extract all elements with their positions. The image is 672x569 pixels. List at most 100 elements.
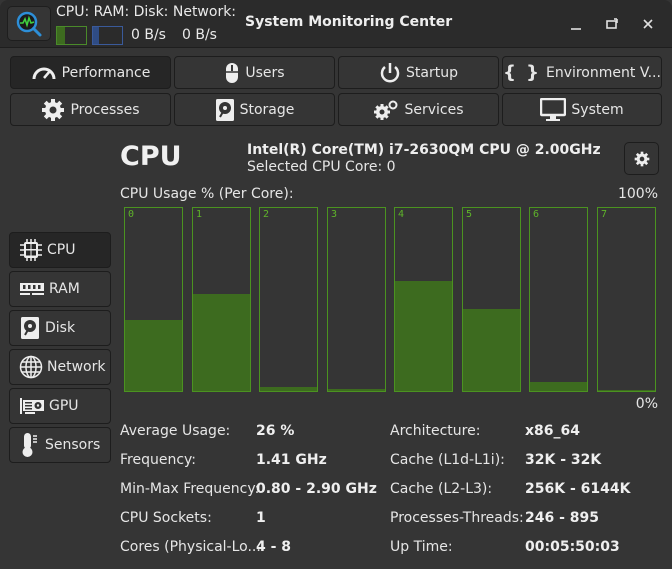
tab-processes[interactable]: Processes: [10, 93, 171, 126]
sidebar-item-label: GPU: [49, 398, 79, 414]
info-label: Up Time:: [390, 539, 453, 555]
cpu-core-label: 0: [128, 209, 135, 220]
info-value: 26 %: [256, 423, 295, 439]
window-title: System Monitoring Center: [245, 14, 453, 30]
disk-speed: 0 B/s: [131, 27, 166, 43]
monitor-labels: CPU: RAM: Disk: Network:: [56, 4, 237, 20]
info-label: Frequency:: [120, 452, 197, 468]
cpu-core-usage-fill: [328, 389, 385, 391]
sidebar-item-gpu[interactable]: GPU: [9, 388, 111, 424]
info-value: 256K - 6144K: [525, 481, 631, 497]
cpu-icon: [20, 239, 42, 261]
cpu-core-label: 1: [196, 209, 203, 220]
info-label: Average Usage:: [120, 423, 231, 439]
info-value: 00:05:50:03: [525, 539, 620, 555]
info-label: Architecture:: [390, 423, 481, 439]
cpu-core-label: 5: [466, 209, 473, 220]
cpu-core-usage-fill: [463, 308, 520, 391]
ram-mini-bar-fill: [93, 27, 99, 44]
info-label: Cores (Physical-Lo...: [120, 539, 261, 555]
tab-label: Storage: [239, 101, 295, 118]
gpu-icon: [20, 398, 44, 414]
info-value: 32K - 32K: [525, 452, 602, 468]
info-label: Processes-Threads:: [390, 510, 524, 526]
sidebar-item-label: Disk: [45, 320, 76, 336]
tab-label: Users: [245, 64, 285, 81]
cpu-core-graph[interactable]: 2: [259, 207, 318, 392]
app-menu-button[interactable]: [7, 6, 51, 41]
sidebar-item-disk[interactable]: Disk: [9, 310, 111, 346]
braces-icon: { }: [503, 62, 541, 83]
globe-icon: [19, 355, 43, 379]
cpu-core-label: 2: [263, 209, 270, 220]
tab-label: System: [571, 101, 624, 118]
info-label: Min-Max Frequency:: [120, 481, 260, 497]
cpu-core-label: 6: [533, 209, 540, 220]
cpu-usage-label: CPU Usage % (Per Core):: [120, 186, 294, 202]
gears-icon: [374, 100, 398, 120]
gear-icon: [634, 151, 649, 166]
maximize-button[interactable]: [600, 12, 624, 36]
cpu-core-label: 4: [398, 209, 405, 220]
cpu-core-label: 3: [331, 209, 338, 220]
cpu-core-graph[interactable]: 0: [124, 207, 183, 392]
settings-button[interactable]: [624, 142, 659, 175]
minimize-button[interactable]: [564, 12, 588, 36]
cpu-core-graph[interactable]: 5: [462, 207, 521, 392]
cpu-core-graph[interactable]: 3: [327, 207, 386, 392]
scale-max-label: 100%: [617, 186, 658, 202]
tab-label: Services: [404, 101, 464, 118]
info-label: CPU Sockets:: [120, 510, 212, 526]
cpu-core-graph[interactable]: 7: [597, 207, 656, 392]
sidebar-item-label: Sensors: [45, 437, 101, 453]
tab-performance[interactable]: Performance: [10, 56, 171, 89]
close-button[interactable]: [636, 12, 660, 36]
power-icon: [380, 62, 400, 82]
title-bar: CPU: RAM: Disk: Network: 0 B/s 0 B/s Sys…: [0, 0, 672, 48]
info-label: Cache (L2-L3):: [390, 481, 493, 497]
monitor-icon: [540, 97, 567, 121]
network-speed: 0 B/s: [182, 27, 217, 43]
info-value: 1: [256, 510, 266, 526]
cpu-mini-bar-fill: [57, 27, 65, 44]
ram-mini-bar: [92, 26, 123, 45]
cpu-core-usage-fill: [530, 381, 587, 391]
sidebar-item-label: CPU: [47, 242, 76, 258]
sidebar-item-ram[interactable]: RAM: [9, 271, 111, 307]
cpu-core-graph[interactable]: 1: [192, 207, 251, 392]
sidebar-item-sensors[interactable]: Sensors: [9, 427, 111, 463]
sidebar-item-cpu[interactable]: CPU: [9, 232, 111, 268]
tab-label: Environment V...: [545, 64, 661, 81]
cpu-core-usage-fill: [125, 319, 182, 391]
sidebar-item-label: RAM: [49, 281, 80, 297]
tab-startup[interactable]: Startup: [338, 56, 499, 89]
tab-label: Performance: [61, 64, 151, 81]
sidebar-item-network[interactable]: Network: [9, 349, 111, 385]
tab-storage[interactable]: Storage: [174, 93, 335, 126]
info-value: x86_64: [525, 423, 580, 439]
disk-icon: [215, 98, 234, 121]
tab-services[interactable]: Services: [338, 93, 499, 126]
info-value: 0.80 - 2.90 GHz: [256, 481, 377, 497]
cpu-core-usage-fill: [598, 390, 655, 391]
system-monitor-app-icon: [16, 11, 42, 36]
cpu-model: Intel(R) Core(TM) i7-2630QM CPU @ 2.00GH…: [247, 142, 601, 158]
info-label: Cache (L1d-L1i):: [390, 452, 505, 468]
ram-icon: [20, 283, 44, 295]
disk-icon: [21, 317, 39, 339]
cpu-core-label: 7: [601, 209, 608, 220]
page-title: CPU: [120, 141, 182, 172]
tab-system[interactable]: System: [502, 93, 662, 126]
info-value: 1.41 GHz: [256, 452, 327, 468]
gauge-icon: [32, 67, 56, 79]
tab-label: Processes: [70, 101, 140, 118]
tab-environment-variables[interactable]: { } Environment V...: [502, 56, 662, 89]
cpu-mini-bar: [56, 26, 87, 45]
restore-icon: [606, 18, 618, 29]
scale-min-label: 0%: [635, 396, 658, 412]
cpu-core-graph[interactable]: 6: [529, 207, 588, 392]
tab-users[interactable]: Users: [174, 56, 335, 89]
cpu-core-graph[interactable]: 4: [394, 207, 453, 392]
gear-icon: [42, 98, 65, 121]
cpu-core-usage-fill: [395, 281, 452, 391]
